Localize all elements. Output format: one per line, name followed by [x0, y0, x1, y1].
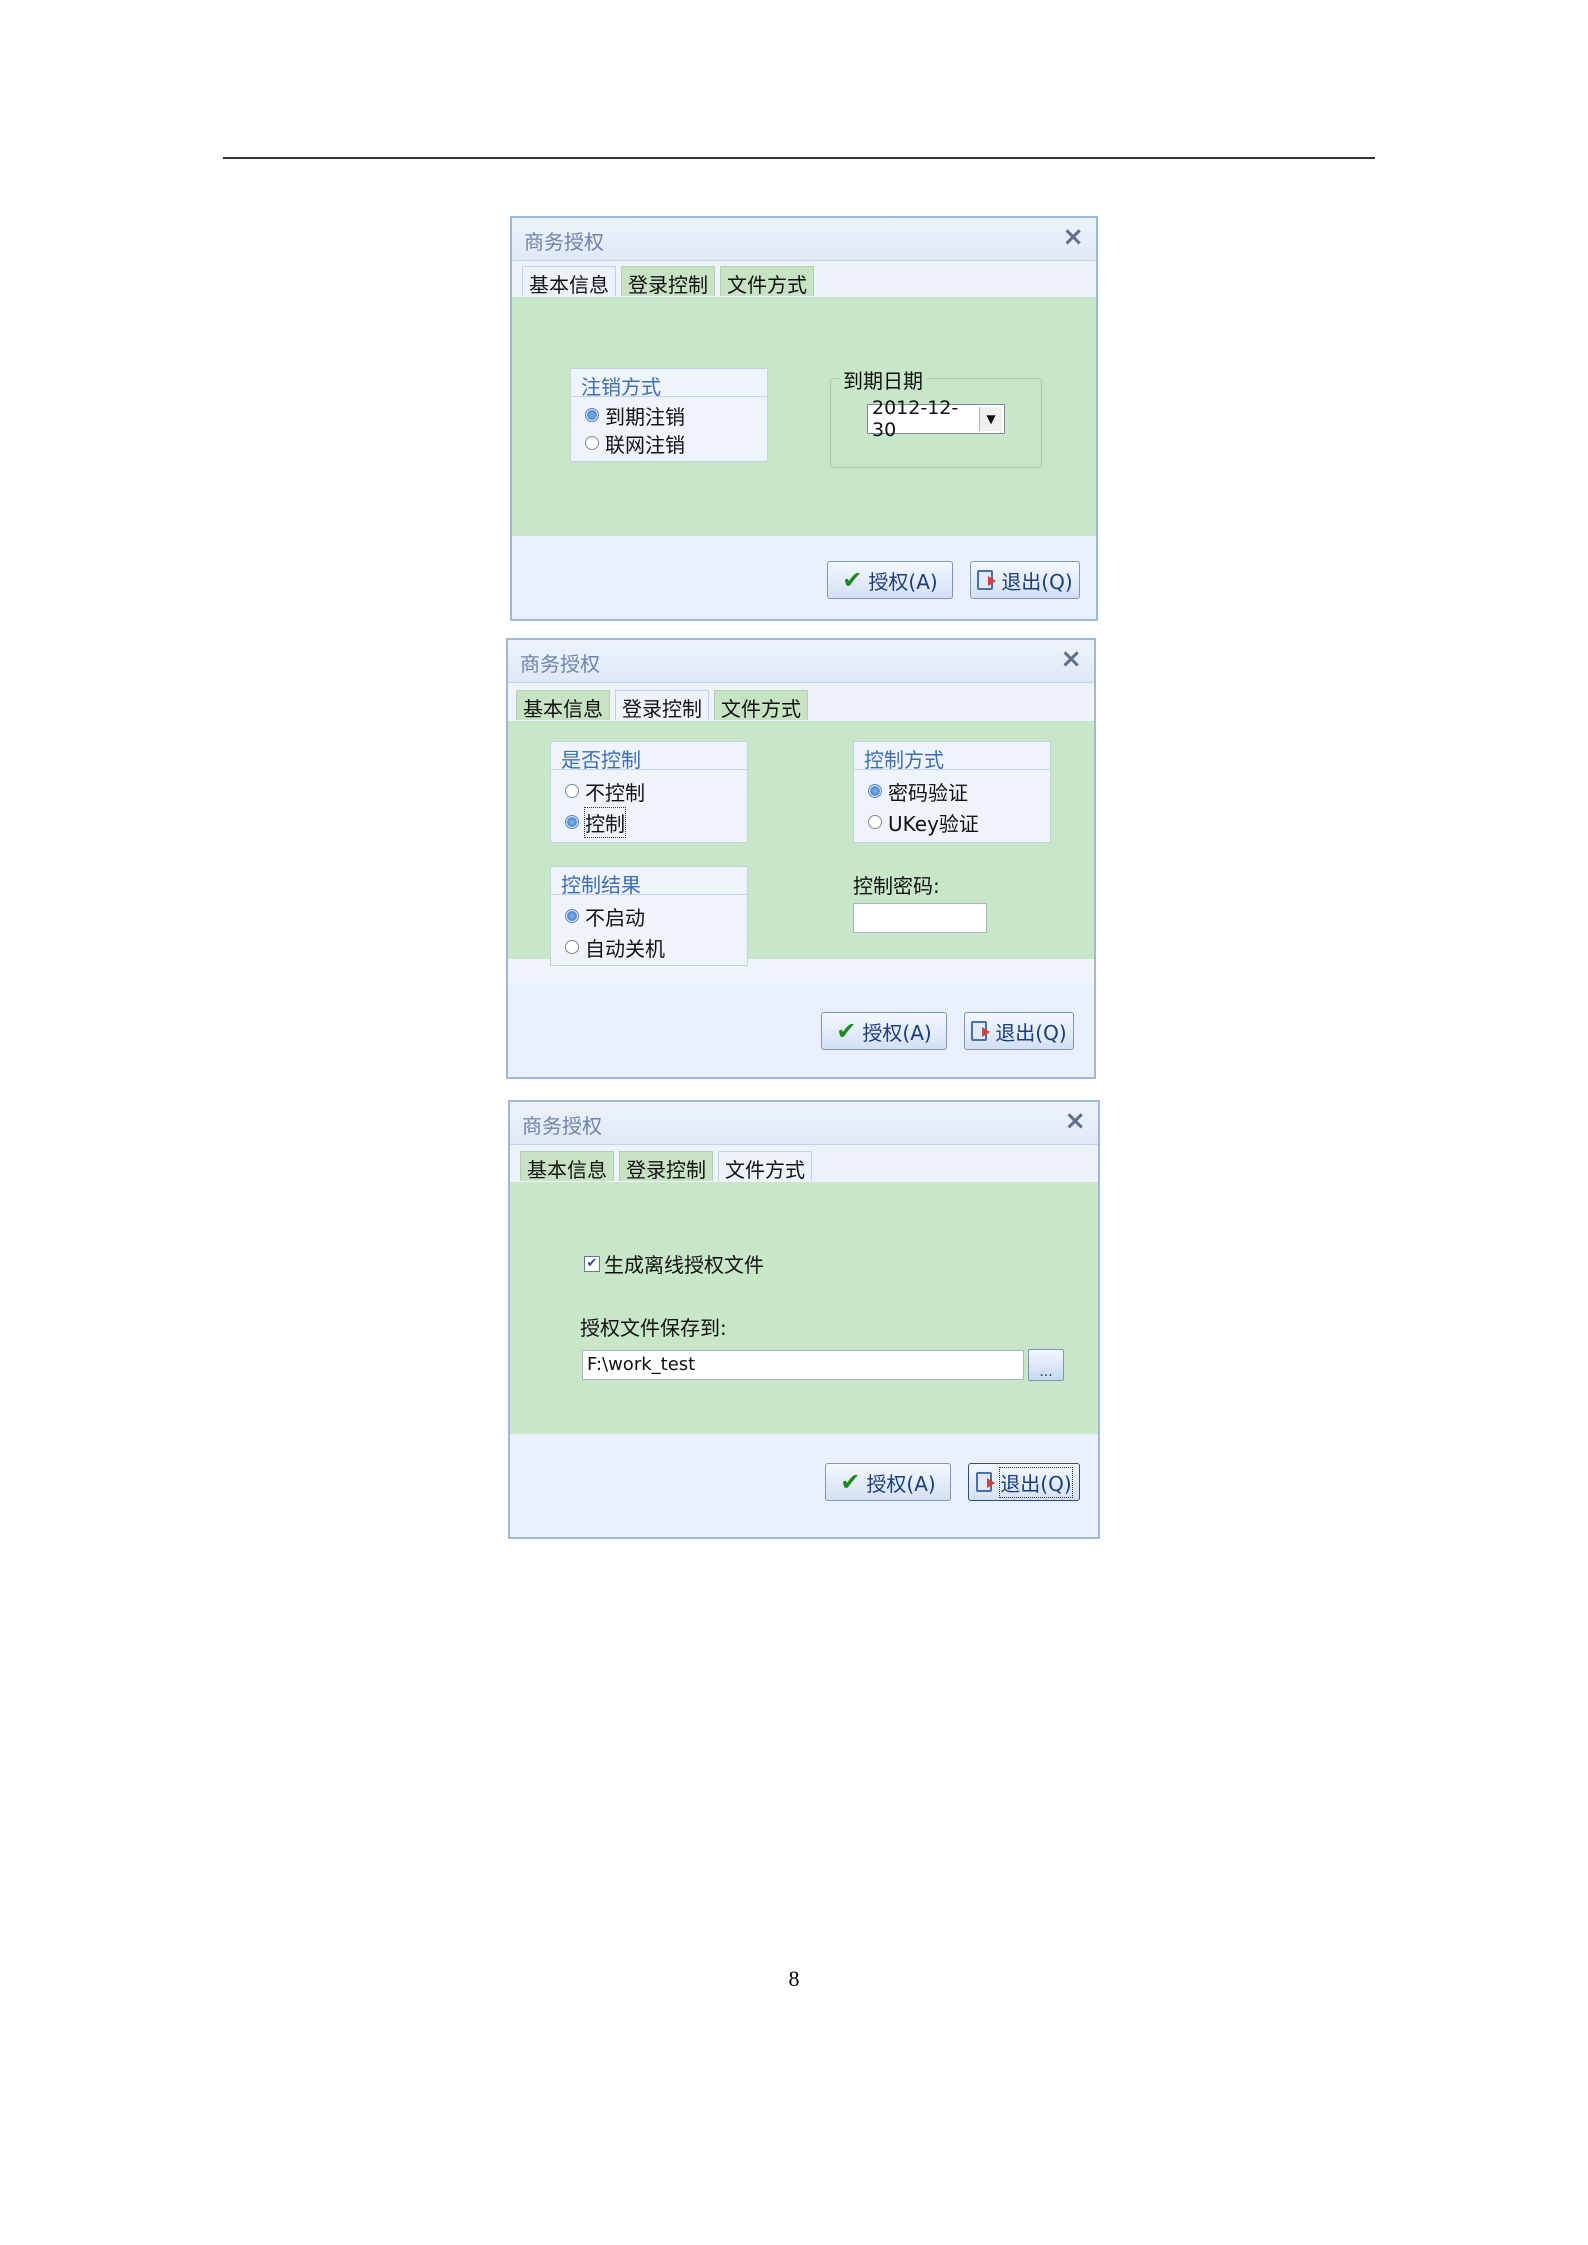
radio-label: 控制 [584, 806, 626, 838]
tab-login-control[interactable]: 登录控制 [615, 690, 709, 721]
radio-label: 密码验证 [888, 780, 968, 805]
dialog-file-mode: 商务授权 × 基本信息 登录控制 文件方式 ✔ 生成离线授权文件 授权文件保存到… [508, 1100, 1100, 1539]
tab-basic-info[interactable]: 基本信息 [516, 690, 610, 721]
tab-strip: 基本信息 登录控制 文件方式 [512, 261, 1096, 297]
radio-label: UKey验证 [888, 811, 979, 836]
window-title: 商务授权 [524, 230, 604, 254]
tab-basic-info[interactable]: 基本信息 [522, 266, 616, 297]
cancel-mode-group: 注销方式 到期注销 联网注销 [570, 368, 768, 462]
close-icon[interactable]: × [1062, 222, 1084, 252]
group-title: 注销方式 [571, 369, 767, 399]
radio-expire-cancel[interactable]: 到期注销 [585, 402, 685, 429]
check-icon: ✔ [842, 566, 863, 594]
tab-basic-info[interactable]: 基本信息 [520, 1151, 614, 1182]
tab-content: 是否控制 不控制 控制 控制方式 密码验证 UKey验证 控制结果 不启动 自动… [508, 721, 1094, 966]
dialog-footer: ✔ 授权(A) 退出(Q) [512, 537, 1096, 619]
header-rule [223, 157, 1375, 159]
check-icon: ✔ [836, 1017, 857, 1045]
tab-login-control[interactable]: 登录控制 [621, 266, 715, 297]
titlebar: 商务授权 × [510, 1102, 1098, 1145]
tab-content: 注销方式 到期注销 联网注销 到期日期 2012-12-30 ▼ [512, 297, 1096, 536]
exit-door-icon [976, 1472, 996, 1492]
radio-ukey-verify[interactable]: UKey验证 [868, 809, 979, 836]
dialog-basic-info: 商务授权 × 基本信息 登录控制 文件方式 注销方式 到期注销 联网注销 到期日… [510, 216, 1098, 621]
radio-no-start[interactable]: 不启动 [565, 903, 645, 930]
radio-label: 到期注销 [605, 404, 685, 429]
control-password-label: 控制密码: [853, 874, 940, 898]
group-title: 控制方式 [854, 742, 1050, 772]
radio-icon [565, 940, 579, 954]
save-to-label: 授权文件保存到: [580, 1316, 727, 1340]
close-icon[interactable]: × [1064, 1106, 1086, 1136]
expiry-date-value: 2012-12-30 [872, 397, 959, 441]
checkbox-label: 生成离线授权文件 [604, 1253, 764, 1277]
dialog-footer: ✔ 授权(A) 退出(Q) [508, 984, 1094, 1077]
radio-selected-icon [565, 815, 579, 829]
save-path-value: F:\work_test [587, 1354, 696, 1375]
radio-selected-icon [585, 408, 599, 422]
exit-door-icon [971, 1021, 991, 1041]
exit-button[interactable]: 退出(Q) [970, 561, 1080, 599]
exit-door-icon [977, 570, 997, 590]
checkmark-icon: ✔ [584, 1255, 600, 1272]
tab-file-mode[interactable]: 文件方式 [718, 1151, 812, 1182]
tab-file-mode[interactable]: 文件方式 [720, 266, 814, 297]
button-label: 退出(Q) [995, 1020, 1067, 1045]
expiry-date-label: 到期日期 [839, 365, 927, 394]
radio-auto-shutdown[interactable]: 自动关机 [565, 934, 665, 961]
authorize-button[interactable]: ✔ 授权(A) [821, 1012, 947, 1050]
control-password-input[interactable] [853, 903, 987, 933]
radio-selected-icon [565, 909, 579, 923]
radio-icon [565, 784, 579, 798]
tab-login-control[interactable]: 登录控制 [619, 1151, 713, 1182]
window-title: 商务授权 [522, 1114, 602, 1138]
button-label: 退出(Q) [1001, 569, 1073, 594]
dialog-login-control: 商务授权 × 基本信息 登录控制 文件方式 是否控制 不控制 控制 控制方式 密… [506, 638, 1096, 1079]
check-icon: ✔ [840, 1468, 861, 1496]
control-enable-group: 是否控制 不控制 控制 [550, 741, 748, 843]
generate-offline-checkbox[interactable]: ✔ 生成离线授权文件 [584, 1249, 764, 1278]
radio-label: 不启动 [585, 905, 645, 930]
browse-label: ... [1039, 1364, 1053, 1380]
radio-network-cancel[interactable]: 联网注销 [585, 430, 685, 457]
radio-password-verify[interactable]: 密码验证 [868, 778, 968, 805]
control-method-group: 控制方式 密码验证 UKey验证 [853, 741, 1051, 843]
tab-file-mode[interactable]: 文件方式 [714, 690, 808, 721]
authorize-button[interactable]: ✔ 授权(A) [827, 561, 953, 599]
radio-control[interactable]: 控制 [565, 806, 626, 838]
close-icon[interactable]: × [1060, 644, 1082, 674]
radio-no-control[interactable]: 不控制 [565, 778, 645, 805]
radio-selected-icon [868, 784, 882, 798]
button-label: 退出(Q) [999, 1466, 1073, 1498]
radio-label: 不控制 [585, 780, 645, 805]
exit-button[interactable]: 退出(Q) [968, 1463, 1080, 1501]
page-number: 8 [788, 1966, 800, 1991]
authorize-button[interactable]: ✔ 授权(A) [825, 1463, 951, 1501]
control-result-group: 控制结果 不启动 自动关机 [550, 866, 748, 966]
button-label: 授权(A) [866, 1471, 936, 1496]
tab-strip: 基本信息 登录控制 文件方式 [508, 685, 1094, 721]
group-title: 是否控制 [551, 742, 747, 772]
titlebar: 商务授权 × [508, 640, 1094, 683]
expiry-date-group: 到期日期 2012-12-30 ▼ [830, 365, 1042, 468]
expiry-date-picker[interactable]: 2012-12-30 ▼ [867, 397, 1005, 441]
dialog-footer: ✔ 授权(A) 退出(Q) [510, 1434, 1098, 1537]
button-label: 授权(A) [868, 569, 938, 594]
radio-icon [585, 436, 599, 450]
exit-button[interactable]: 退出(Q) [964, 1012, 1074, 1050]
radio-label: 联网注销 [605, 432, 685, 457]
tab-strip: 基本信息 登录控制 文件方式 [510, 1146, 1098, 1182]
chevron-down-icon[interactable]: ▼ [979, 407, 1002, 431]
tab-content: ✔ 生成离线授权文件 授权文件保存到: F:\work_test ... [510, 1182, 1098, 1436]
radio-label: 自动关机 [585, 936, 665, 961]
titlebar: 商务授权 × [512, 218, 1096, 261]
group-title: 控制结果 [551, 867, 747, 897]
window-title: 商务授权 [520, 652, 600, 676]
radio-icon [868, 815, 882, 829]
browse-button[interactable]: ... [1028, 1349, 1064, 1381]
button-label: 授权(A) [862, 1020, 932, 1045]
save-path-input[interactable]: F:\work_test [582, 1350, 1024, 1380]
